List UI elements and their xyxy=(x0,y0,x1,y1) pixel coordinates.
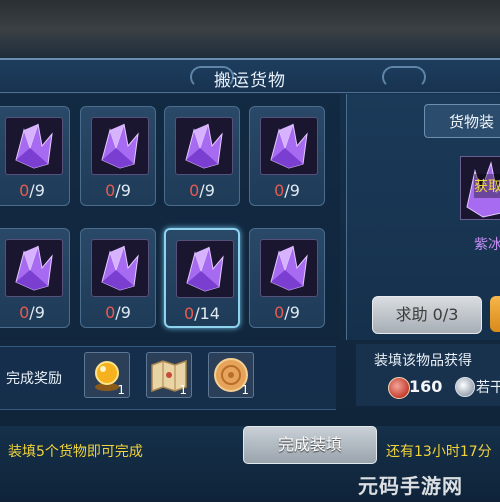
cargo-slot-2[interactable]: 0/9 xyxy=(80,106,156,206)
slot-count: 0/9 xyxy=(274,181,300,200)
cargo-slot-1[interactable]: 0/9 xyxy=(0,106,70,206)
cargo-slot-6[interactable]: 0/9 xyxy=(80,228,156,328)
request-help-button[interactable]: 求助 0/3 xyxy=(372,296,482,334)
cargo-slot-5[interactable]: 0/9 xyxy=(0,228,70,328)
gain-extra: 若干 xyxy=(476,380,500,396)
red-coin-icon xyxy=(388,377,410,399)
purple-crystal-icon xyxy=(175,117,233,175)
reward-item-1[interactable]: 1 xyxy=(84,352,130,398)
reward-label: 完成奖励 xyxy=(6,371,62,387)
cargo-detail-tab-label: 货物装 xyxy=(449,113,495,131)
slot-count: 0/9 xyxy=(189,181,215,200)
cargo-detail-tab[interactable]: 货物装 xyxy=(424,104,500,138)
slot-count: 0/9 xyxy=(19,181,45,200)
reward-qty: 1 xyxy=(241,383,249,397)
purple-crystal-icon xyxy=(260,117,318,175)
complete-loading-button[interactable]: 完成装填 xyxy=(243,426,377,464)
dialog-title: 搬运货物 xyxy=(214,71,286,91)
time-remaining: 还有13小时17分 xyxy=(386,444,492,460)
completion-hint: 装填5个货物即可完成 xyxy=(8,444,143,460)
slot-count: 0/9 xyxy=(19,303,45,322)
cargo-slot-7[interactable]: 0/14 xyxy=(164,228,240,328)
cargo-slot-8[interactable]: 0/9 xyxy=(249,228,325,328)
scene-backdrop xyxy=(0,0,500,60)
reward-qty: 1 xyxy=(117,383,125,397)
purple-crystal-icon xyxy=(260,239,318,297)
slot-count: 0/14 xyxy=(184,304,220,323)
gain-label: 装填该物品获得 xyxy=(374,353,472,369)
selected-item-name: 紫冰 xyxy=(474,237,500,253)
silver-coin-icon xyxy=(455,377,475,397)
slot-count: 0/9 xyxy=(105,303,131,322)
gain-value: 160 xyxy=(409,377,443,396)
watermark: 元码手游网 xyxy=(358,474,463,498)
purple-crystal-icon xyxy=(5,239,63,297)
load-item-button[interactable] xyxy=(490,296,500,332)
acquire-link[interactable]: 获取 xyxy=(474,174,500,198)
purple-crystal-icon xyxy=(91,117,149,175)
purple-crystal-icon xyxy=(91,239,149,297)
cargo-slot-4[interactable]: 0/9 xyxy=(249,106,325,206)
slot-count: 0/9 xyxy=(105,181,131,200)
purple-crystal-icon xyxy=(5,117,63,175)
reward-item-2[interactable]: 1 xyxy=(146,352,192,398)
slot-count: 0/9 xyxy=(274,303,300,322)
cargo-slot-3[interactable]: 0/9 xyxy=(164,106,240,206)
reward-item-3[interactable]: 1 xyxy=(208,352,254,398)
reward-qty: 1 xyxy=(179,383,187,397)
purple-crystal-icon xyxy=(176,240,234,298)
